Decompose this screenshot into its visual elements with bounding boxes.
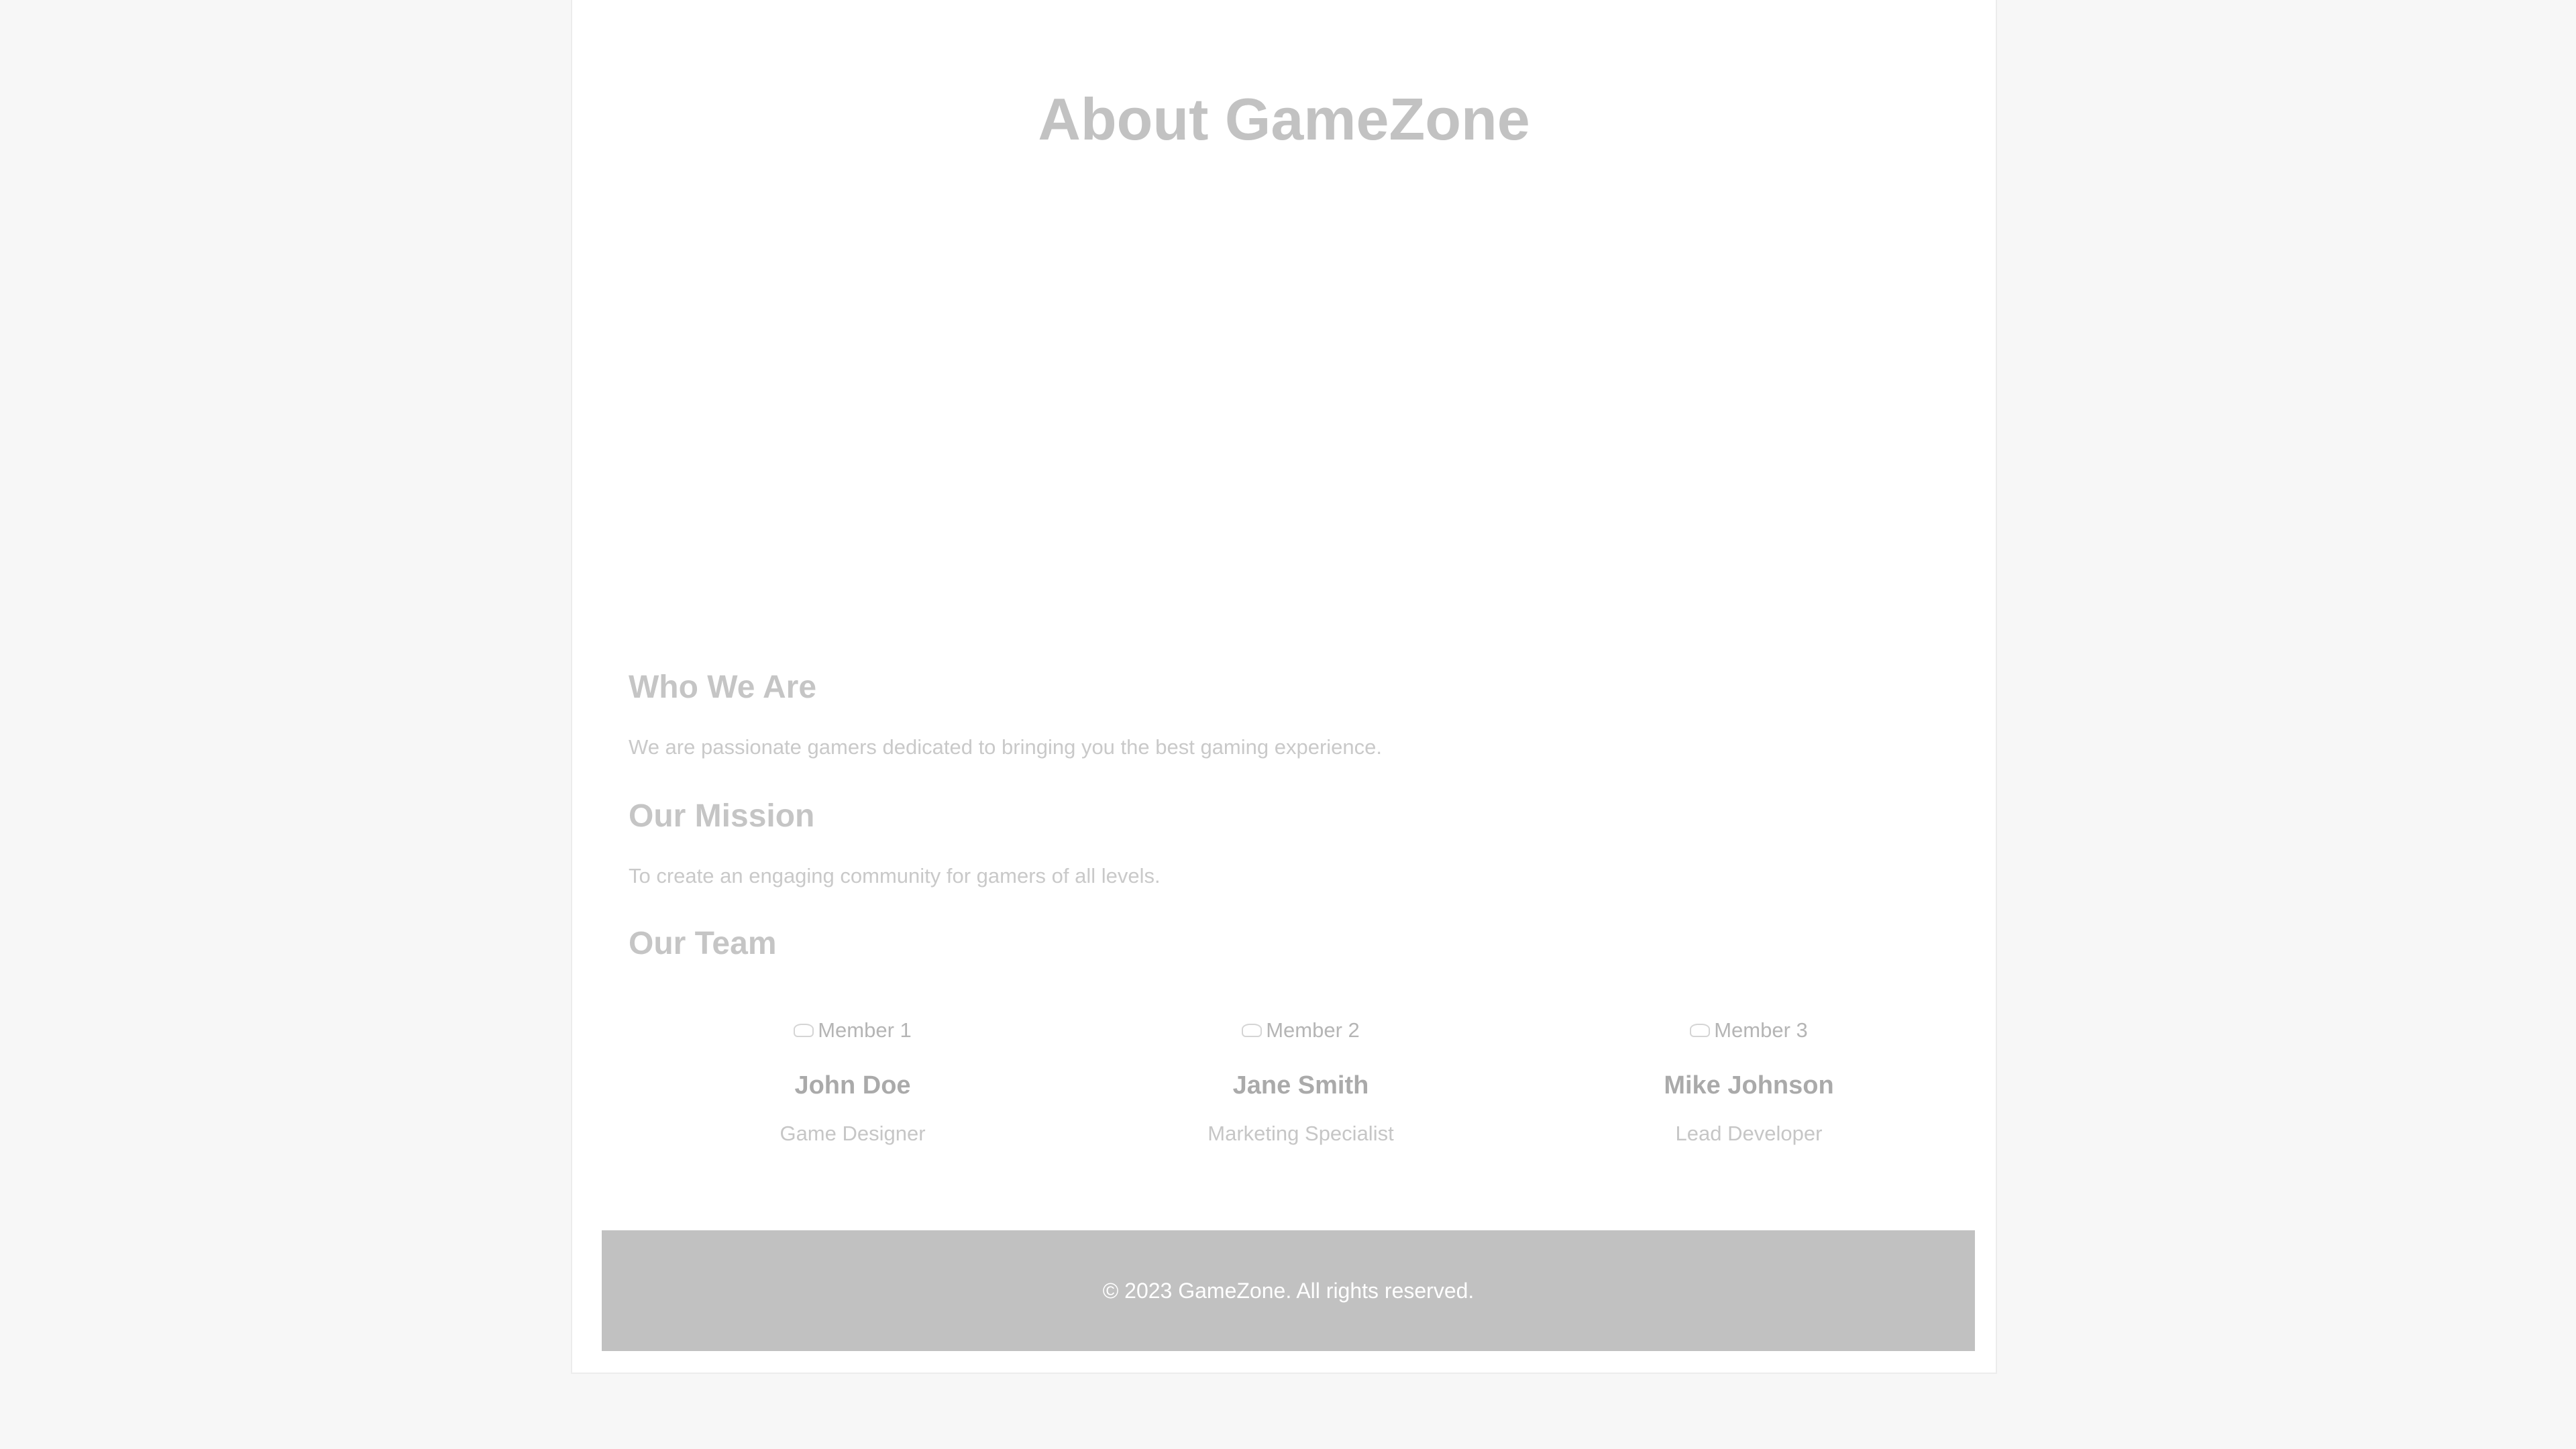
about-page: About GameZone Who We Are We are passion… — [571, 0, 1997, 1374]
team-member-card: Member 3 Mike Johnson Lead Developer — [1525, 1006, 1973, 1147]
who-we-are-text: We are passionate gamers dedicated to br… — [629, 735, 1383, 759]
member-photo: Member 1 — [794, 1006, 912, 1055]
team-members: Member 1 John Doe Game Designer Member 2… — [629, 1006, 1973, 1147]
member-role: Marketing Specialist — [1208, 1122, 1394, 1145]
broken-image-icon — [1242, 1024, 1263, 1037]
mission-heading: Our Mission — [629, 798, 815, 834]
copyright-text: © 2023 GameZone. All rights reserved. — [1102, 1278, 1474, 1303]
member-photo-alt: Member 3 — [1714, 1018, 1808, 1042]
member-photo: Member 3 — [1690, 1006, 1808, 1055]
member-name: Jane Smith — [1232, 1071, 1369, 1099]
page-title: About GameZone — [1038, 86, 1530, 152]
member-photo-alt: Member 1 — [818, 1018, 912, 1042]
team-member-card: Member 1 John Doe Game Designer — [629, 1006, 1077, 1147]
mission-text: To create an engaging community for game… — [629, 864, 1161, 888]
broken-image-icon — [794, 1024, 814, 1037]
member-role: Lead Developer — [1675, 1122, 1823, 1145]
member-role: Game Designer — [780, 1122, 926, 1145]
member-name: Mike Johnson — [1664, 1071, 1834, 1099]
footer: © 2023 GameZone. All rights reserved. — [602, 1230, 1975, 1351]
member-photo-alt: Member 2 — [1266, 1018, 1360, 1042]
broken-image-icon — [1690, 1024, 1711, 1037]
main-content: Who We Are We are passionate gamers dedi… — [629, 664, 1942, 967]
team-member-card: Member 2 Jane Smith Marketing Specialist — [1077, 1006, 1525, 1147]
team-heading: Our Team — [629, 926, 777, 961]
member-name: John Doe — [794, 1071, 911, 1099]
member-photo: Member 2 — [1242, 1006, 1360, 1055]
who-we-are-heading: Who We Are — [629, 669, 817, 705]
